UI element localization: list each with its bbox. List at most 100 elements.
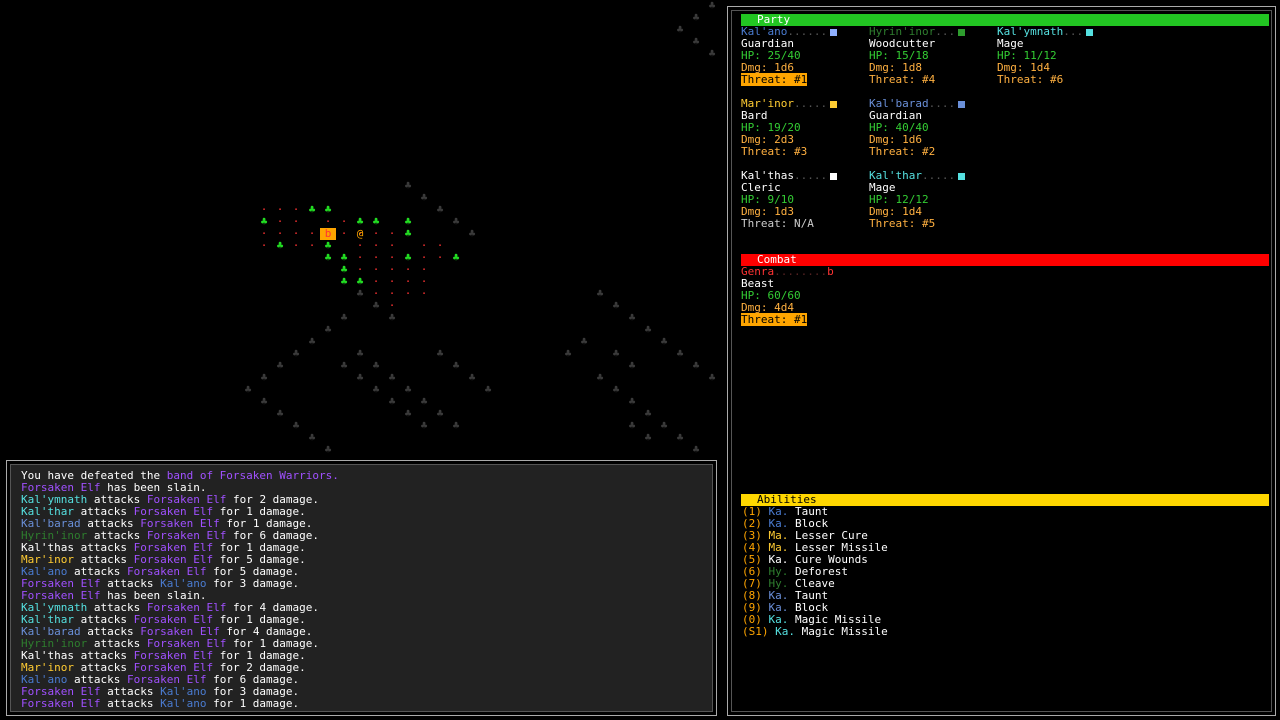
tree-icon: ♣	[260, 371, 268, 384]
message-log-inner: You have defeated the band of Forsaken W…	[10, 464, 713, 712]
tree-icon: ♣	[484, 383, 492, 396]
tree-icon: ♣	[628, 359, 636, 372]
path-marker: ·	[404, 287, 412, 300]
member-name-dots: ...	[935, 25, 956, 38]
tree-icon: ♣	[324, 251, 332, 264]
member-status-icon	[957, 99, 967, 109]
tree-icon: ♣	[596, 371, 604, 384]
path-marker: ·	[388, 299, 396, 312]
path-marker: ·	[420, 287, 428, 300]
tree-icon: ♣	[436, 407, 444, 420]
member-name-dots: .....	[793, 169, 828, 182]
party-member-card[interactable]: Hyrin'inor... Woodcutter HP: 15/18 Dmg: 1d8…	[869, 26, 997, 86]
party-member-card[interactable]: Kal'thar..... Mage HP: 12/12 Dmg: 1d4 Threat…	[869, 170, 997, 230]
tree-icon: ♣	[628, 311, 636, 324]
log-line: Forsaken Elf attacks Kal'ano for 1 damag…	[21, 698, 339, 710]
tree-icon: ♣	[468, 227, 476, 240]
tree-icon: ♣	[676, 431, 684, 444]
ability-item[interactable]: (S1) Ka. Magic Missile	[742, 626, 888, 638]
tree-icon: ♣	[372, 383, 380, 396]
tree-icon: ♣	[692, 35, 700, 48]
member-threat: Threat: N/A	[741, 217, 814, 230]
tree-icon: ♣	[452, 251, 460, 264]
path-marker: ·	[356, 263, 364, 276]
side-panel-inner: Party Kal'ano...... Guardian HP: 25/40 Dmg:…	[731, 10, 1272, 712]
member-status-icon	[829, 99, 839, 109]
tree-icon: ♣	[276, 239, 284, 252]
log-segment: Forsaken Elf	[21, 697, 101, 710]
log-segment: attacks	[100, 697, 161, 710]
tree-icon: ♣	[292, 419, 300, 432]
party-icon: @	[356, 227, 364, 240]
path-marker: ·	[436, 251, 444, 264]
tree-icon: ♣	[420, 191, 428, 204]
member-threat: Threat: #2	[869, 145, 936, 158]
tree-icon: ♣	[644, 407, 652, 420]
tree-icon: ♣	[308, 335, 316, 348]
tree-icon: ♣	[292, 347, 300, 360]
party-member-card[interactable]: Kal'barad.... Guardian HP: 40/40 Dmg: 1d6 Th…	[869, 98, 997, 158]
tree-icon: ♣	[676, 23, 684, 36]
tree-icon: ♣	[308, 203, 316, 216]
party-member-card[interactable]: Kal'thas..... Cleric HP: 9/10 Dmg: 1d3 Threa…	[741, 170, 869, 230]
tree-icon: ♣	[452, 419, 460, 432]
side-panel: Party Kal'ano...... Guardian HP: 25/40 Dmg:…	[727, 6, 1276, 716]
path-marker: ·	[372, 227, 380, 240]
tree-icon: ♣	[420, 419, 428, 432]
tree-icon: ♣	[404, 179, 412, 192]
tree-icon: ♣	[340, 275, 348, 288]
tree-icon: ♣	[628, 419, 636, 432]
tree-icon: ♣	[276, 407, 284, 420]
ability-key: (S1)	[742, 625, 776, 638]
member-threat: Threat: #5	[869, 217, 936, 230]
member-name-dots: ....	[928, 97, 956, 110]
message-log-lines: You have defeated the band of Forsaken W…	[21, 470, 339, 710]
party-member-card[interactable]: Kal'ano...... Guardian HP: 25/40 Dmg: 1d6 Th…	[741, 26, 869, 86]
member-name-dots: .....	[921, 169, 956, 182]
tree-icon: ♣	[708, 0, 716, 12]
log-segment: for 3 damage.	[206, 577, 300, 590]
tree-icon: ♣	[372, 299, 380, 312]
tree-icon: ♣	[436, 203, 444, 216]
enemy-name-dots: ........	[774, 265, 828, 278]
tree-icon: ♣	[612, 347, 620, 360]
member-status-icon	[1085, 27, 1095, 37]
path-marker: ·	[308, 239, 316, 252]
party-member-card[interactable]: Mar'inor..... Bard HP: 19/20 Dmg: 2d3 Threat…	[741, 98, 869, 158]
tree-icon: ♣	[644, 431, 652, 444]
tree-icon: ♣	[340, 359, 348, 372]
member-name-dots: .....	[793, 97, 828, 110]
enemy-card[interactable]: Genra........b Beast HP: 60/60 Dmg: 4d4 …	[741, 266, 869, 326]
member-threat: Threat: #1	[741, 73, 808, 86]
tree-icon: ♣	[692, 443, 700, 456]
member-name-dots: ...	[1063, 25, 1084, 38]
member-threat: Threat: #4	[869, 73, 936, 86]
tree-icon: ♣	[260, 395, 268, 408]
party-member-card[interactable]: Kal'ymnath... Mage HP: 11/12 Dmg: 1d4 Threat…	[997, 26, 1125, 86]
tree-icon: ♣	[356, 287, 364, 300]
tree-icon: ♣	[660, 419, 668, 432]
tree-icon: ♣	[596, 287, 604, 300]
tree-icon: ♣	[356, 347, 364, 360]
ability-name: Magic Missile	[801, 625, 888, 638]
tree-icon: ♣	[612, 383, 620, 396]
tree-icon: ♣	[580, 335, 588, 348]
tree-icon: ♣	[404, 383, 412, 396]
tree-icon: ♣	[628, 395, 636, 408]
tree-icon: ♣	[340, 311, 348, 324]
tree-icon: ♣	[276, 359, 284, 372]
enemy-threat: Threat: #1	[741, 313, 808, 326]
tree-icon: ♣	[692, 359, 700, 372]
tree-icon: ♣	[676, 347, 684, 360]
game-map[interactable]: ♣ ♣ ♣ ♣ ♣ ♣ ♣ ♣ ♣ ♣ ♣ ♣ ♣ ♣ ♣ ♣ ♣ ♣ ♣ ♣ ♣ ♣ ♣ ♣ ♣ ♣ ♣ ♣ ♣ ♣ ♣ ♣ ♣ ♣ ♣ ♣ ♣ ♣ ♣ ♣…	[0, 0, 724, 458]
tree-icon: ♣	[452, 215, 460, 228]
tree-icon: ♣	[564, 347, 572, 360]
path-marker: ·	[276, 227, 284, 240]
tree-icon: ♣	[708, 371, 716, 384]
tree-icon: ♣	[452, 359, 460, 372]
member-threat: Threat: #6	[997, 73, 1064, 86]
tree-icon: ♣	[404, 227, 412, 240]
path-marker: ·	[260, 203, 268, 216]
tree-icon: ♣	[612, 299, 620, 312]
path-marker: ·	[388, 227, 396, 240]
